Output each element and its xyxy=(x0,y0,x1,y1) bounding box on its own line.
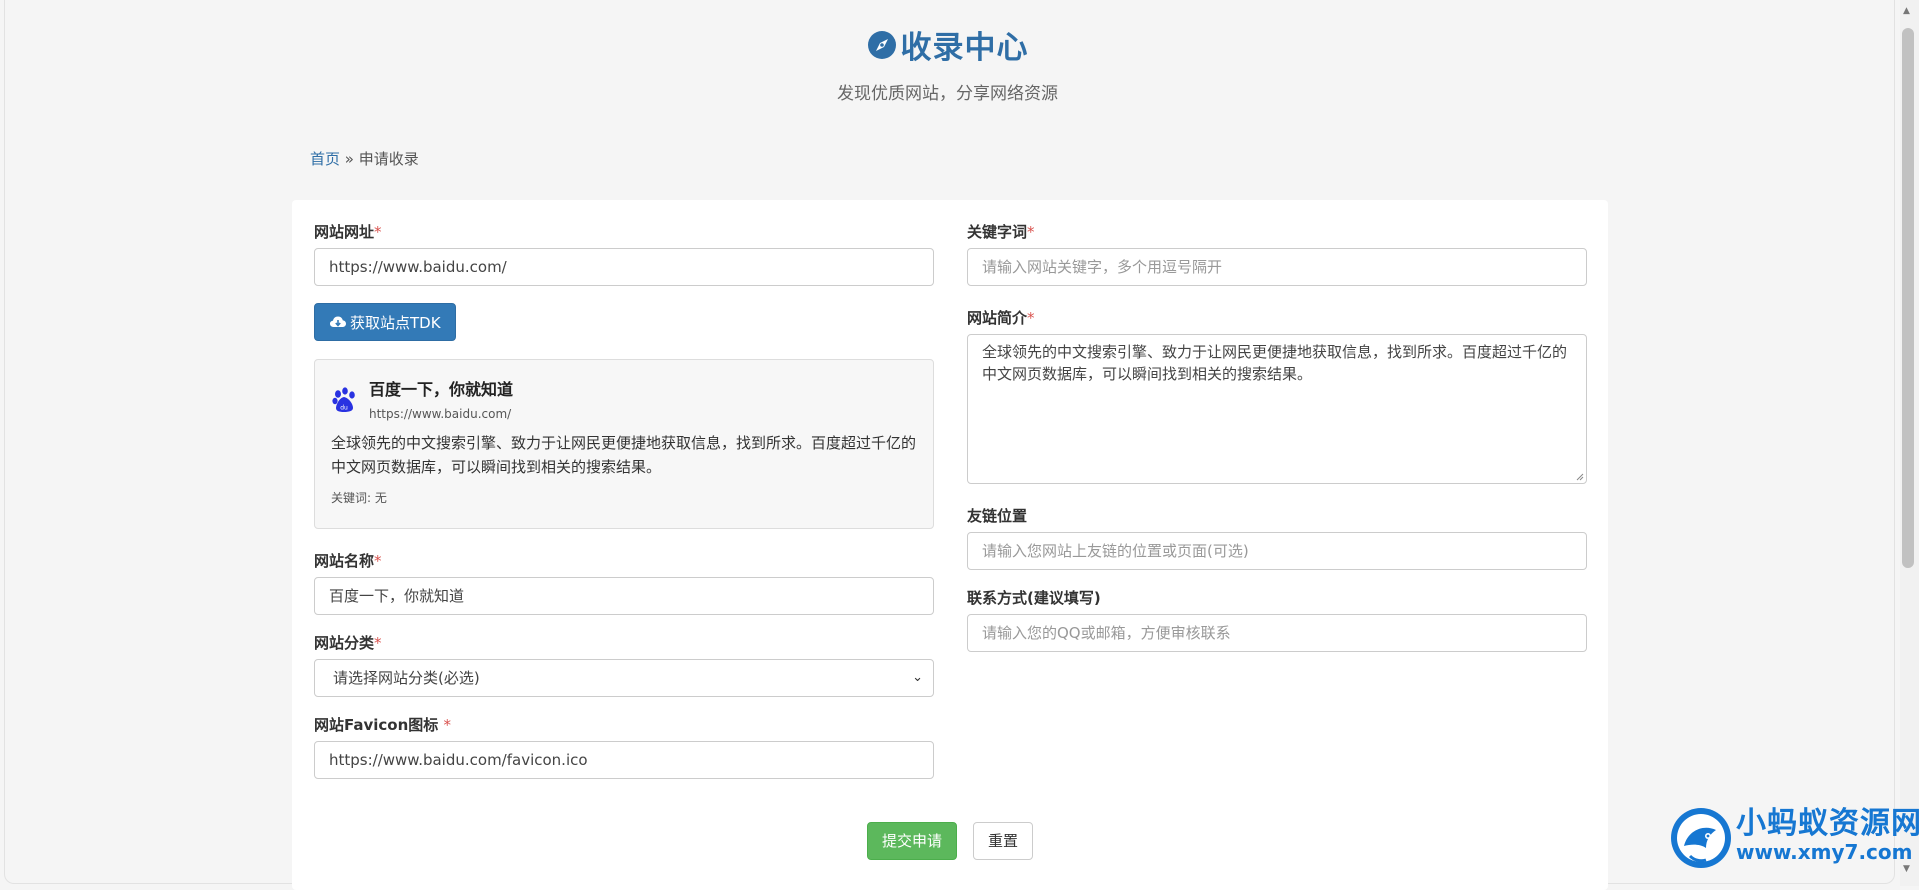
scrollbar-thumb[interactable] xyxy=(1902,28,1914,568)
required-mark: * xyxy=(374,552,382,570)
required-mark: * xyxy=(443,716,452,734)
intro-text: 全球领先的中文搜索引擎、致力于让网民更便捷地获取信息，找到所求。百度超过千亿的中… xyxy=(982,343,1568,383)
page-title: 收录中心 xyxy=(900,30,1029,66)
link-position-input[interactable]: 请输入您网站上友链的位置或页面(可选) xyxy=(967,532,1587,570)
required-mark: * xyxy=(1027,223,1035,241)
compass-icon xyxy=(867,30,896,59)
intro-label: 网站简介* xyxy=(967,309,1035,327)
logo-row: 收录中心 xyxy=(0,22,1895,67)
keywords-input[interactable]: 请输入网站关键字，多个用逗号隔开 xyxy=(967,248,1587,286)
breadcrumb-home-link[interactable]: 首页 xyxy=(310,150,340,168)
form-actions: 提交申请 重置 xyxy=(292,822,1608,860)
breadcrumb: 首页 » 申请收录 xyxy=(310,148,419,169)
form-left-column: 网站网址* https://www.baidu.com/ 获取站点TDK du xyxy=(314,222,934,779)
required-mark: * xyxy=(374,223,382,241)
favicon-input[interactable]: https://www.baidu.com/favicon.ico xyxy=(314,741,934,779)
preview-url: https://www.baidu.com/ xyxy=(369,407,512,421)
category-label: 网站分类* xyxy=(314,634,382,652)
scroll-up-icon[interactable]: ▲ xyxy=(1903,6,1910,16)
tdk-preview-card: du 百度一下，你就知道 https://www.baidu.com/ 全球领先… xyxy=(314,359,934,529)
submit-button[interactable]: 提交申请 xyxy=(866,822,957,860)
watermark-url: www.xmy7.com xyxy=(1736,840,1913,864)
preview-keywords: 关键词: 无 xyxy=(331,491,387,505)
fetch-tdk-label: 获取站点TDK xyxy=(350,313,441,332)
category-select[interactable]: 请选择网站分类(必选) ⌄ xyxy=(314,659,934,697)
fetch-tdk-button[interactable]: 获取站点TDK xyxy=(314,303,456,341)
svg-text:du: du xyxy=(340,405,348,412)
contact-input[interactable]: 请输入您的QQ或邮箱，方便审核联系 xyxy=(967,614,1587,652)
preview-description: 全球领先的中文搜索引擎、致力于让网民更便捷地获取信息，找到所求。百度超过千亿的中… xyxy=(331,434,917,476)
url-input[interactable]: https://www.baidu.com/ xyxy=(314,248,934,286)
favicon-label: 网站Favicon图标 * xyxy=(314,716,452,734)
url-label: 网站网址* xyxy=(314,223,382,241)
contact-label: 联系方式(建议填写) xyxy=(967,589,1101,607)
reset-button[interactable]: 重置 xyxy=(973,822,1034,860)
breadcrumb-separator: » xyxy=(344,150,354,168)
category-selected: 请选择网站分类(必选) xyxy=(333,669,480,687)
resize-handle-icon[interactable] xyxy=(1574,471,1584,481)
link-position-label: 友链位置 xyxy=(967,507,1028,525)
page-subtitle: 发现优质网站，分享网络资源 xyxy=(837,84,1058,104)
name-input[interactable]: 百度一下，你就知道 xyxy=(314,577,934,615)
intro-textarea[interactable]: 全球领先的中文搜索引擎、致力于让网民更便捷地获取信息，找到所求。百度超过千亿的中… xyxy=(967,334,1587,484)
chevron-down-icon: ⌄ xyxy=(912,670,923,685)
ant-logo-icon xyxy=(1671,808,1731,868)
name-label: 网站名称* xyxy=(314,552,382,570)
submit-form-card: 网站网址* https://www.baidu.com/ 获取站点TDK du xyxy=(292,200,1608,890)
cloud-download-icon xyxy=(330,316,346,327)
preview-title: 百度一下，你就知道 xyxy=(369,380,514,399)
watermark-name: 小蚂蚁资源网 xyxy=(1736,806,1919,841)
required-mark: * xyxy=(374,634,382,652)
site-header: 收录中心 发现优质网站，分享网络资源 xyxy=(0,22,1895,104)
keywords-label: 关键字词* xyxy=(967,223,1035,241)
breadcrumb-current: 申请收录 xyxy=(358,150,419,168)
baidu-paw-icon: du xyxy=(332,387,355,412)
form-right-column: 关键字词* 请输入网站关键字，多个用逗号隔开 网站简介* 全球领先的中文搜索引擎… xyxy=(967,222,1587,652)
site-watermark: 小蚂蚁资源网 www.xmy7.com xyxy=(1664,796,1919,886)
required-mark: * xyxy=(1027,309,1035,327)
